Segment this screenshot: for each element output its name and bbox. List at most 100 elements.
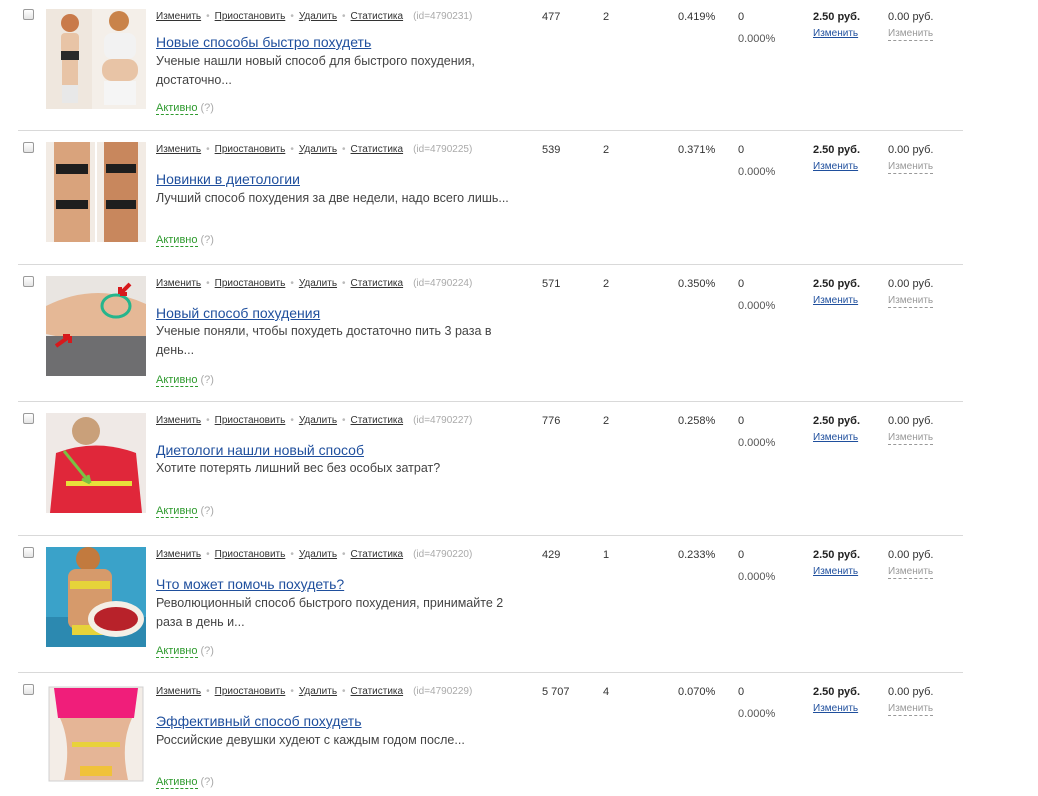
delete-link[interactable]: Удалить: [299, 144, 337, 155]
click-price: 2.50 руб.: [813, 686, 861, 698]
ad-description: Революционный способ быстрого похудения,…: [156, 596, 504, 629]
edit-link[interactable]: Изменить: [156, 415, 201, 426]
change-price-link[interactable]: Изменить: [813, 565, 858, 578]
ad-description: Хотите потерять лишний вес без особых за…: [156, 461, 441, 475]
stats-link[interactable]: Статистика: [351, 11, 404, 22]
separator-dot: •: [206, 549, 210, 560]
edit-link[interactable]: Изменить: [156, 11, 201, 22]
ad-title-link[interactable]: Эффективный способ похудеть: [156, 712, 362, 730]
ad-thumbnail-image[interactable]: [46, 684, 146, 784]
ad-description: Ученые нашли новый способ для быстрого п…: [156, 54, 475, 87]
ad-title-link[interactable]: Новинки в диетологии: [156, 170, 300, 188]
change-price-link[interactable]: Изменить: [813, 294, 858, 307]
ad-select-checkbox[interactable]: [23, 142, 34, 153]
change-price-link[interactable]: Изменить: [813, 702, 858, 715]
pause-link[interactable]: Приостановить: [215, 549, 286, 560]
separator-dot: •: [290, 686, 294, 697]
conversions-count: 0: [738, 11, 745, 23]
secondary-price: 0.00 руб.: [888, 686, 934, 698]
stats-link[interactable]: Статистика: [351, 278, 404, 289]
delete-link[interactable]: Удалить: [299, 415, 337, 426]
status-active-label[interactable]: Активно: [156, 234, 198, 247]
ad-status: Активно (?): [156, 775, 214, 789]
status-active-label[interactable]: Активно: [156, 374, 198, 387]
ad-actions: Изменить • Приостановить • Удалить • Статистик…: [156, 10, 472, 24]
delete-link[interactable]: Удалить: [299, 549, 337, 560]
separator-dot: •: [342, 278, 346, 289]
ad-thumbnail-image[interactable]: [46, 142, 146, 242]
pause-link[interactable]: Приостановить: [215, 11, 286, 22]
pause-link[interactable]: Приостановить: [215, 144, 286, 155]
change-secondary-price-link[interactable]: Изменить: [888, 565, 934, 579]
ad-thumbnail-image[interactable]: [46, 413, 146, 513]
ad-select-checkbox[interactable]: [23, 9, 34, 20]
status-help-icon[interactable]: (?): [201, 102, 214, 114]
edit-link[interactable]: Изменить: [156, 144, 201, 155]
change-price-link[interactable]: Изменить: [813, 27, 858, 40]
ad-title-link[interactable]: Новые способы быстро похудеть: [156, 33, 371, 51]
separator-dot: •: [206, 278, 210, 289]
pause-link[interactable]: Приостановить: [215, 278, 286, 289]
ad-id: (id=4790229): [413, 686, 473, 697]
delete-link[interactable]: Удалить: [299, 278, 337, 289]
stats-link[interactable]: Статистика: [351, 686, 404, 697]
ad-id: (id=4790227): [413, 415, 473, 426]
click-price: 2.50 руб.: [813, 549, 861, 561]
change-price-link[interactable]: Изменить: [813, 160, 858, 173]
row-divider: [18, 672, 963, 673]
status-active-label[interactable]: Активно: [156, 776, 198, 789]
ad-status: Активно (?): [156, 101, 214, 115]
change-secondary-price-link[interactable]: Изменить: [888, 702, 934, 716]
stats-link[interactable]: Статистика: [351, 144, 404, 155]
clicks-count: 1: [603, 549, 610, 561]
ad-actions: Изменить • Приостановить • Удалить • Статистик…: [156, 143, 472, 157]
ad-title-link[interactable]: Диетологи нашли новый способ: [156, 441, 364, 459]
status-help-icon[interactable]: (?): [201, 505, 214, 517]
ad-select-checkbox[interactable]: [23, 413, 34, 424]
stats-link[interactable]: Статистика: [351, 415, 404, 426]
delete-link[interactable]: Удалить: [299, 686, 337, 697]
separator-dot: •: [206, 686, 210, 697]
pause-link[interactable]: Приостановить: [215, 415, 286, 426]
status-active-label[interactable]: Активно: [156, 505, 198, 518]
edit-link[interactable]: Изменить: [156, 278, 201, 289]
stats-link[interactable]: Статистика: [351, 549, 404, 560]
ad-title-link[interactable]: Новый способ похудения: [156, 304, 320, 322]
ad-title-link[interactable]: Что может помочь похудеть?: [156, 575, 344, 593]
separator-dot: •: [342, 11, 346, 22]
delete-link[interactable]: Удалить: [299, 11, 337, 22]
status-help-icon[interactable]: (?): [201, 234, 214, 246]
change-secondary-price-link[interactable]: Изменить: [888, 27, 934, 41]
change-secondary-price-link[interactable]: Изменить: [888, 160, 934, 174]
edit-link[interactable]: Изменить: [156, 549, 201, 560]
conversion-rate: 0.000%: [738, 571, 776, 583]
ad-select-checkbox[interactable]: [23, 276, 34, 287]
separator-dot: •: [342, 549, 346, 560]
separator-dot: •: [290, 11, 294, 22]
status-active-label[interactable]: Активно: [156, 645, 198, 658]
change-secondary-price-link[interactable]: Изменить: [888, 294, 934, 308]
ad-select-checkbox[interactable]: [23, 684, 34, 695]
pause-link[interactable]: Приостановить: [215, 686, 286, 697]
ad-thumbnail-image[interactable]: [46, 9, 146, 109]
ad-thumbnail-image[interactable]: [46, 547, 146, 647]
change-secondary-price-link[interactable]: Изменить: [888, 431, 934, 445]
separator-dot: •: [290, 415, 294, 426]
row-divider: [18, 130, 963, 131]
status-help-icon[interactable]: (?): [201, 645, 214, 657]
separator-dot: •: [342, 686, 346, 697]
status-help-icon[interactable]: (?): [201, 776, 214, 788]
ad-status: Активно (?): [156, 504, 214, 518]
ad-select-checkbox[interactable]: [23, 547, 34, 558]
status-help-icon[interactable]: (?): [201, 374, 214, 386]
conversion-rate: 0.000%: [738, 437, 776, 449]
conversion-rate: 0.000%: [738, 33, 776, 45]
shows-count: 571: [542, 278, 561, 290]
status-active-label[interactable]: Активно: [156, 102, 198, 115]
conversions-count: 0: [738, 686, 745, 698]
ad-thumbnail-image[interactable]: [46, 276, 146, 376]
conversion-rate: 0.000%: [738, 300, 776, 312]
change-price-link[interactable]: Изменить: [813, 431, 858, 444]
ad-actions: Изменить • Приостановить • Удалить • Статистик…: [156, 414, 472, 428]
edit-link[interactable]: Изменить: [156, 686, 201, 697]
